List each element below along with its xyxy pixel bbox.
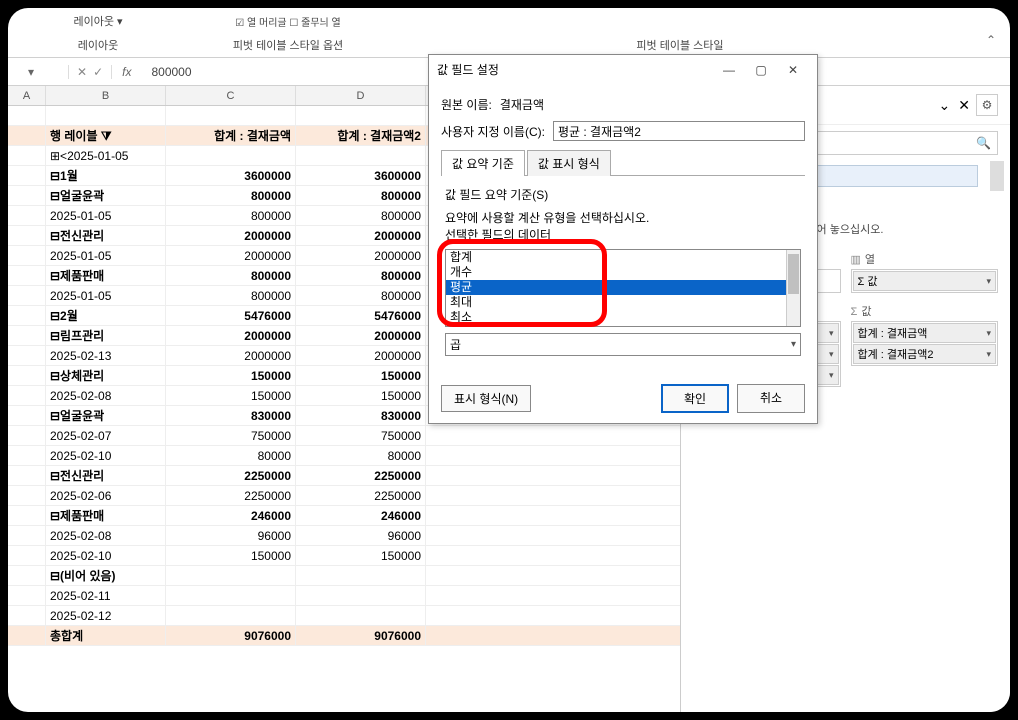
dialog-maximize-icon[interactable]: ▢: [745, 63, 777, 77]
calc-combo-value: 곱: [450, 336, 461, 353]
table-row[interactable]: ⊟(비어 있음): [8, 566, 680, 586]
chevron-down-icon: ▾: [791, 339, 796, 350]
values-icon: Σ: [851, 306, 858, 318]
ribbon-collapse-icon[interactable]: ⌃: [972, 23, 1010, 57]
tab-summarize-by[interactable]: 값 요약 기준: [441, 150, 525, 176]
layout-combo[interactable]: 레이아웃 ▾: [28, 13, 168, 29]
field-list-scrollbar[interactable]: [990, 161, 1004, 191]
summarize-hint: 요약에 사용할 계산 유형을 선택하십시오.: [445, 209, 801, 226]
listbox-scrollbar[interactable]: [786, 250, 800, 326]
accept-formula-icon[interactable]: ✓: [93, 65, 103, 79]
table-row[interactable]: 총합계90760009076000: [8, 626, 680, 646]
gear-icon[interactable]: ⚙: [976, 94, 998, 116]
table-row[interactable]: 2025-02-07750000750000: [8, 426, 680, 446]
table-row[interactable]: 2025-02-089600096000: [8, 526, 680, 546]
values-item[interactable]: 합계 : 결재금액▾: [853, 323, 997, 343]
columns-area[interactable]: Σ 값▾: [851, 269, 999, 293]
dialog-close-icon[interactable]: ✕: [777, 63, 809, 77]
columns-icon: ▥: [851, 254, 861, 266]
table-row[interactable]: 2025-02-12: [8, 606, 680, 626]
ok-button[interactable]: 확인: [661, 384, 729, 413]
ribbon-group-layout: 레이아웃 ▾ 레이아웃: [8, 13, 188, 57]
ribbon-label-table-style: 피벗 테이블 스타일: [408, 37, 952, 53]
source-name-value: 결재금액: [500, 96, 544, 113]
number-format-button[interactable]: 표시 형식(N): [441, 385, 531, 412]
table-row[interactable]: ⊟전신관리22500002250000: [8, 466, 680, 486]
style-options-checks[interactable]: ☑ 열 머리글 ☐ 줄무늬 열: [208, 14, 368, 29]
cancel-formula-icon[interactable]: ✕: [77, 65, 87, 79]
pane-close-icon[interactable]: ✕: [958, 97, 970, 114]
table-row[interactable]: 2025-02-11: [8, 586, 680, 606]
col-header-b[interactable]: B: [46, 86, 166, 105]
tab-show-values-as[interactable]: 값 표시 형식: [527, 150, 611, 176]
value-field-settings-dialog: 값 필드 설정 ― ▢ ✕ 원본 이름: 결재금액 사용자 지정 이름(C): …: [428, 54, 818, 424]
summarize-heading: 값 필드 요약 기준(S): [445, 186, 801, 203]
summarize-hint2: 선택한 필드의 데이터: [445, 226, 801, 243]
calc-type-listbox[interactable]: 합계개수평균최대최소: [445, 249, 801, 327]
calc-option[interactable]: 최대: [446, 295, 800, 310]
dialog-minimize-icon[interactable]: ―: [713, 63, 745, 77]
area-label-values: 값: [861, 306, 871, 318]
area-label-columns: 열: [865, 254, 875, 266]
calc-option[interactable]: 합계: [446, 250, 800, 265]
dialog-title: 값 필드 설정: [437, 61, 713, 78]
ribbon: 레이아웃 ▾ 레이아웃 ☑ 열 머리글 ☐ 줄무늬 열 피벗 테이블 스타일 옵…: [8, 8, 1010, 58]
source-name-label: 원본 이름:: [441, 96, 492, 113]
values-area[interactable]: 합계 : 결재금액▾ 합계 : 결재금액2▾: [851, 321, 999, 366]
table-row[interactable]: 2025-02-10150000150000: [8, 546, 680, 566]
table-row[interactable]: ⊟제품판매246000246000: [8, 506, 680, 526]
table-row[interactable]: 2025-02-108000080000: [8, 446, 680, 466]
calc-option[interactable]: 평균: [446, 280, 800, 295]
pane-expand-icon[interactable]: ⌄: [939, 97, 951, 114]
ribbon-label-layout: 레이아웃: [28, 37, 168, 53]
col-header-c[interactable]: C: [166, 86, 296, 105]
cancel-button[interactable]: 취소: [737, 384, 805, 413]
values-item[interactable]: 합계 : 결재금액2▾: [853, 344, 997, 364]
search-icon: 🔍: [976, 136, 991, 150]
calc-option[interactable]: 최소: [446, 310, 800, 325]
name-box-dropdown-icon[interactable]: ▾: [8, 65, 68, 79]
col-header-a[interactable]: A: [8, 86, 46, 105]
columns-area-item[interactable]: Σ 값▾: [853, 271, 997, 291]
table-row[interactable]: 2025-02-0622500002250000: [8, 486, 680, 506]
calc-combo[interactable]: 곱 ▾: [445, 333, 801, 356]
ribbon-group-style-options: ☑ 열 머리글 ☐ 줄무늬 열 피벗 테이블 스타일 옵션: [188, 14, 388, 57]
ribbon-label-style-options: 피벗 테이블 스타일 옵션: [208, 37, 368, 53]
custom-name-input[interactable]: [553, 121, 805, 141]
col-header-d[interactable]: D: [296, 86, 426, 105]
fx-icon[interactable]: fx: [112, 65, 141, 79]
custom-name-label: 사용자 지정 이름(C):: [441, 123, 545, 140]
calc-option[interactable]: 개수: [446, 265, 800, 280]
